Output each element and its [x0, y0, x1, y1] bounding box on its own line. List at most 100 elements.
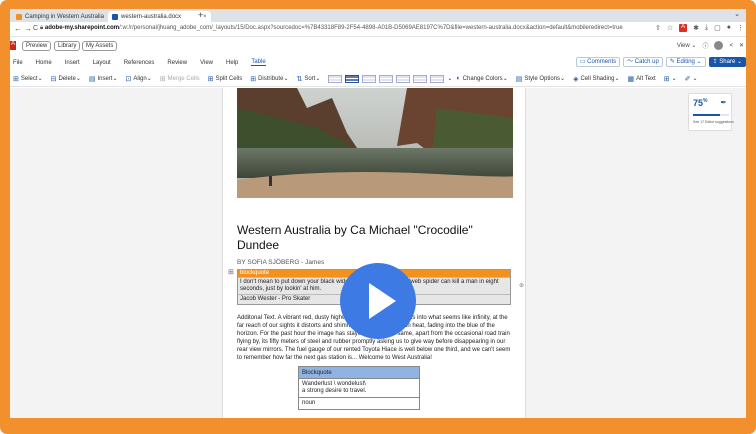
table-header-cell[interactable]: Blockquote: [299, 367, 419, 379]
delete-table-icon: ⊟: [50, 75, 57, 83]
back-button[interactable]: ←: [14, 24, 22, 33]
document-page[interactable]: Western Australia by Ca Michael "Crocodi…: [222, 88, 526, 418]
insert-column-marker-icon[interactable]: ⊕: [519, 282, 524, 289]
document-title[interactable]: Western Australia by Ca Michael "Crocodi…: [237, 223, 517, 253]
ribbon-right-buttons: ▭ Comments 〜 Catch up ✎ Editing ⌄ ⇪ Shar…: [575, 57, 746, 67]
merge-cells-icon: ⊞: [159, 75, 166, 83]
breadcrumb-right-controls: View ⌄ ⓘ < ✕: [677, 41, 744, 50]
editor-pen-icon: ✒: [720, 98, 727, 107]
table-style-swatch[interactable]: [328, 74, 343, 83]
close-tab-icon[interactable]: ×: [203, 14, 207, 20]
editor-score-bar: [693, 114, 729, 116]
cell-shading-button[interactable]: ◈ Cell Shading ⌄: [573, 75, 619, 83]
table-cell[interactable]: Wanderlust \ wondelust\ a strong desire …: [299, 379, 419, 398]
table-style-swatch[interactable]: [362, 74, 377, 83]
insert-table-icon: ▤: [88, 75, 96, 83]
browser-tab-strip: Camping in Western Australia × western-a…: [10, 9, 746, 22]
download-icon[interactable]: ⤓: [705, 24, 708, 32]
tab-layout[interactable]: Layout: [93, 60, 111, 66]
forward-button[interactable]: →: [24, 24, 32, 33]
tab-insert[interactable]: Insert: [65, 60, 80, 66]
document-canvas: Western Australia by Ca Michael "Crocodi…: [10, 88, 746, 418]
gorge-river-photo[interactable]: [237, 88, 513, 198]
sort-button[interactable]: ⇅ Sort ⌄: [296, 75, 320, 83]
tab-title: Camping in Western Australia: [25, 13, 104, 20]
table-style-swatch[interactable]: [379, 74, 394, 83]
borders-icon: ⊞: [663, 75, 670, 83]
play-icon: [369, 283, 396, 319]
breadcrumb-preview[interactable]: Preview: [22, 41, 52, 51]
gorge-river-photo-illustration: [237, 88, 513, 198]
more-styles-chevron-icon[interactable]: ⌄: [447, 75, 452, 83]
app-breadcrumb-row: A Preview Library My Assets View ⌄ ⓘ < ✕: [10, 38, 746, 55]
select-table-icon: ⊞: [13, 75, 19, 83]
url-path: /:w:/r/personal/jhuang_adobe_com/_layout…: [119, 25, 623, 31]
distribute-button[interactable]: ⊞ Distribute ⌄: [250, 75, 288, 83]
profile-icon[interactable]: ●: [727, 24, 731, 32]
ribbon-tabs: File Home Insert Layout References Revie…: [10, 55, 746, 70]
table-style-swatch[interactable]: [413, 74, 428, 83]
tab-references[interactable]: References: [124, 60, 155, 66]
table-style-swatch[interactable]: [430, 74, 445, 83]
share-button[interactable]: ⇪ Share ⌄: [708, 57, 746, 67]
editing-mode-button[interactable]: ✎ Editing ⌄: [665, 57, 706, 67]
word-favicon-icon: [112, 13, 118, 20]
share-page-icon[interactable]: ⇧: [655, 24, 661, 32]
tab-review[interactable]: Review: [167, 60, 187, 66]
tab-view[interactable]: View: [200, 60, 213, 66]
tab-file[interactable]: File: [13, 60, 23, 66]
breadcrumb-my-assets[interactable]: My Assets: [82, 41, 118, 51]
editor-score: 75%: [693, 98, 708, 108]
tab-table[interactable]: Table: [251, 59, 266, 66]
definition-text: a strong desire to travel.: [302, 388, 367, 394]
editor-suggestions-link[interactable]: See 17 Editor suggestions: [693, 120, 734, 124]
tab-help[interactable]: Help: [226, 60, 238, 66]
change-colors-button[interactable]: ◐ Change Colors ⌄: [456, 75, 507, 82]
byline[interactable]: BY SOFIA SJÖBERG - James: [237, 259, 324, 266]
breadcrumb-library[interactable]: Library: [54, 41, 81, 51]
comments-button[interactable]: ▭ Comments: [575, 57, 621, 67]
video-play-button[interactable]: [340, 263, 416, 339]
distribute-icon: ⊞: [250, 75, 257, 83]
screen: Camping in Western Australia × western-a…: [10, 9, 746, 418]
view-dropdown[interactable]: View ⌄: [677, 42, 697, 49]
bookmark-star-icon[interactable]: ☆: [667, 24, 673, 32]
share-link-icon[interactable]: <: [729, 43, 733, 49]
table-style-gallery: ⌄: [328, 74, 452, 83]
catch-up-button[interactable]: 〜 Catch up: [623, 57, 663, 67]
editor-score-fill: [693, 114, 720, 116]
insert-button[interactable]: ▤ Insert ⌄: [89, 75, 118, 83]
avatar[interactable]: [714, 41, 724, 50]
sidebar-icon[interactable]: ▢: [714, 24, 721, 32]
table-cell[interactable]: noun: [299, 398, 419, 409]
browser-tab-camping[interactable]: Camping in Western Australia ×: [12, 11, 119, 22]
extensions-puzzle-icon[interactable]: ✱: [693, 24, 699, 32]
editor-score-panel[interactable]: 75% ✒ See 17 Editor suggestions: [688, 93, 734, 131]
url-field[interactable]: 🔒︎ adobe-my.sharepoint.com/:w:/r/persona…: [40, 25, 623, 32]
table-style-swatch[interactable]: [345, 74, 360, 83]
split-cells-button[interactable]: ⊞ Split Cells: [208, 75, 243, 83]
pen-color-button[interactable]: ✐ ⌄: [685, 75, 698, 83]
adobe-extension-icon[interactable]: A: [679, 24, 688, 32]
alt-text-button[interactable]: ▦ Alt Text: [628, 75, 656, 83]
reload-button[interactable]: C: [33, 25, 38, 32]
align-button[interactable]: ⊡ Align ⌄: [126, 75, 152, 83]
tab-list-chevron-icon[interactable]: ⌄: [734, 10, 740, 18]
new-tab-button[interactable]: +: [198, 10, 203, 20]
table-move-handle-icon[interactable]: ⊞: [228, 268, 234, 276]
wanderlust-table[interactable]: Blockquote Wanderlust \ wondelust\ a str…: [298, 366, 420, 410]
select-button[interactable]: ⊞ Select ⌄: [13, 75, 43, 83]
browser-tab-docx[interactable]: western-australia.docx ×: [108, 11, 211, 22]
tab-home[interactable]: Home: [36, 60, 52, 66]
merge-cells-button[interactable]: ⊞ Merge Cells: [160, 75, 200, 83]
style-options-button[interactable]: ▤ Style Options ⌄: [516, 75, 565, 83]
adobe-app-icon[interactable]: A: [10, 41, 16, 50]
browser-menu-icon[interactable]: ⋮: [737, 24, 744, 32]
info-icon[interactable]: ⓘ: [702, 41, 708, 50]
close-icon[interactable]: ✕: [739, 42, 744, 49]
delete-button[interactable]: ⊟ Delete ⌄: [51, 75, 81, 83]
alt-text-icon: ▦: [627, 75, 635, 83]
table-style-swatch[interactable]: [396, 74, 411, 83]
split-cells-icon: ⊞: [207, 75, 214, 83]
borders-button[interactable]: ⊞ ⌄: [664, 75, 677, 83]
